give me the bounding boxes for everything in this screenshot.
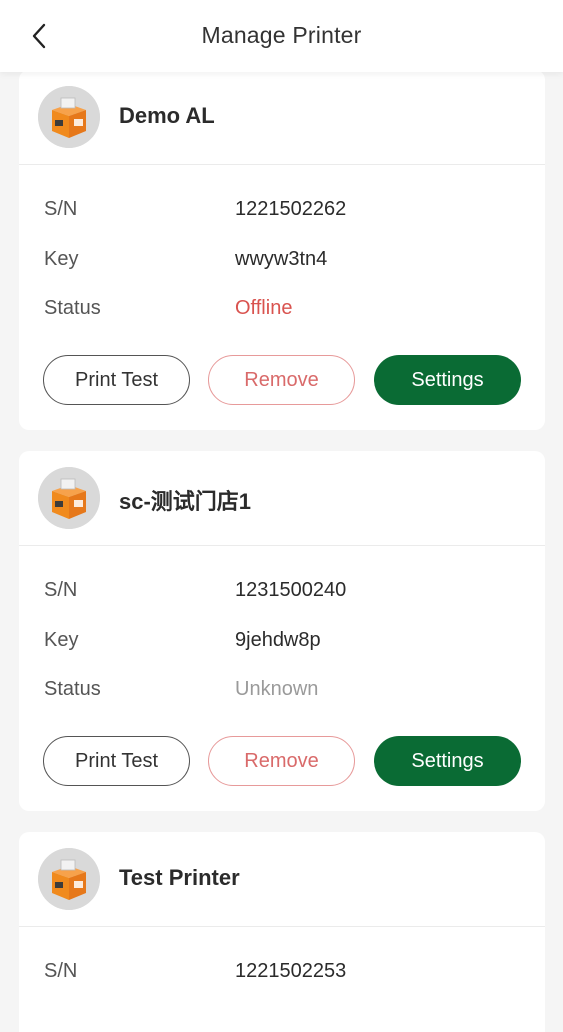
settings-button[interactable]: Settings (374, 736, 521, 786)
printer-avatar (38, 467, 100, 529)
remove-button[interactable]: Remove (208, 355, 355, 405)
printer-card-header: sc-测试门店1 (19, 451, 545, 546)
printer-name: Demo AL (119, 103, 215, 128)
print-test-button[interactable]: Print Test (43, 736, 190, 786)
printer-icon (38, 467, 100, 529)
printer-card: sc-测试门店1 S/N 1231500240 Key 9jehdw8p Sta… (19, 451, 545, 811)
printer-card: Demo AL S/N 1221502262 Key wwyw3tn4 Stat… (19, 70, 545, 430)
printer-list: Demo AL S/N 1221502262 Key wwyw3tn4 Stat… (0, 0, 563, 1032)
printer-name: Test Printer (119, 865, 240, 890)
printer-icon (38, 848, 100, 910)
sn-label: S/N (44, 198, 78, 220)
key-value: wwyw3tn4 (235, 248, 328, 270)
sn-label: S/N (44, 960, 78, 982)
key-label: Key (44, 629, 79, 651)
printer-actions: Print Test Remove Settings (19, 355, 545, 405)
settings-button[interactable]: Settings (374, 355, 521, 405)
remove-button[interactable]: Remove (208, 736, 355, 786)
sn-value: 1231500240 (235, 579, 347, 601)
status-label: Status (44, 678, 101, 700)
printer-icon (38, 86, 100, 148)
app-header: Manage Printer (0, 0, 563, 72)
sn-value: 1221502262 (235, 198, 347, 220)
printer-actions: Print Test Remove Settings (19, 736, 545, 786)
printer-card: Test Printer S/N 1221502253 (19, 832, 545, 1032)
printer-card-header: Test Printer (19, 832, 545, 927)
sn-label: S/N (44, 579, 78, 601)
status-value: Unknown (235, 678, 319, 700)
status-label: Status (44, 297, 101, 319)
print-test-button[interactable]: Print Test (43, 355, 190, 405)
printer-card-header: Demo AL (19, 70, 545, 165)
printer-avatar (38, 848, 100, 910)
printer-name: sc-测试门店1 (119, 489, 252, 514)
key-value: 9jehdw8p (235, 629, 321, 651)
status-value: Offline (235, 297, 293, 319)
page-title: Manage Printer (201, 22, 362, 48)
printer-avatar (38, 86, 100, 148)
sn-value: 1221502253 (235, 960, 347, 982)
key-label: Key (44, 248, 79, 270)
